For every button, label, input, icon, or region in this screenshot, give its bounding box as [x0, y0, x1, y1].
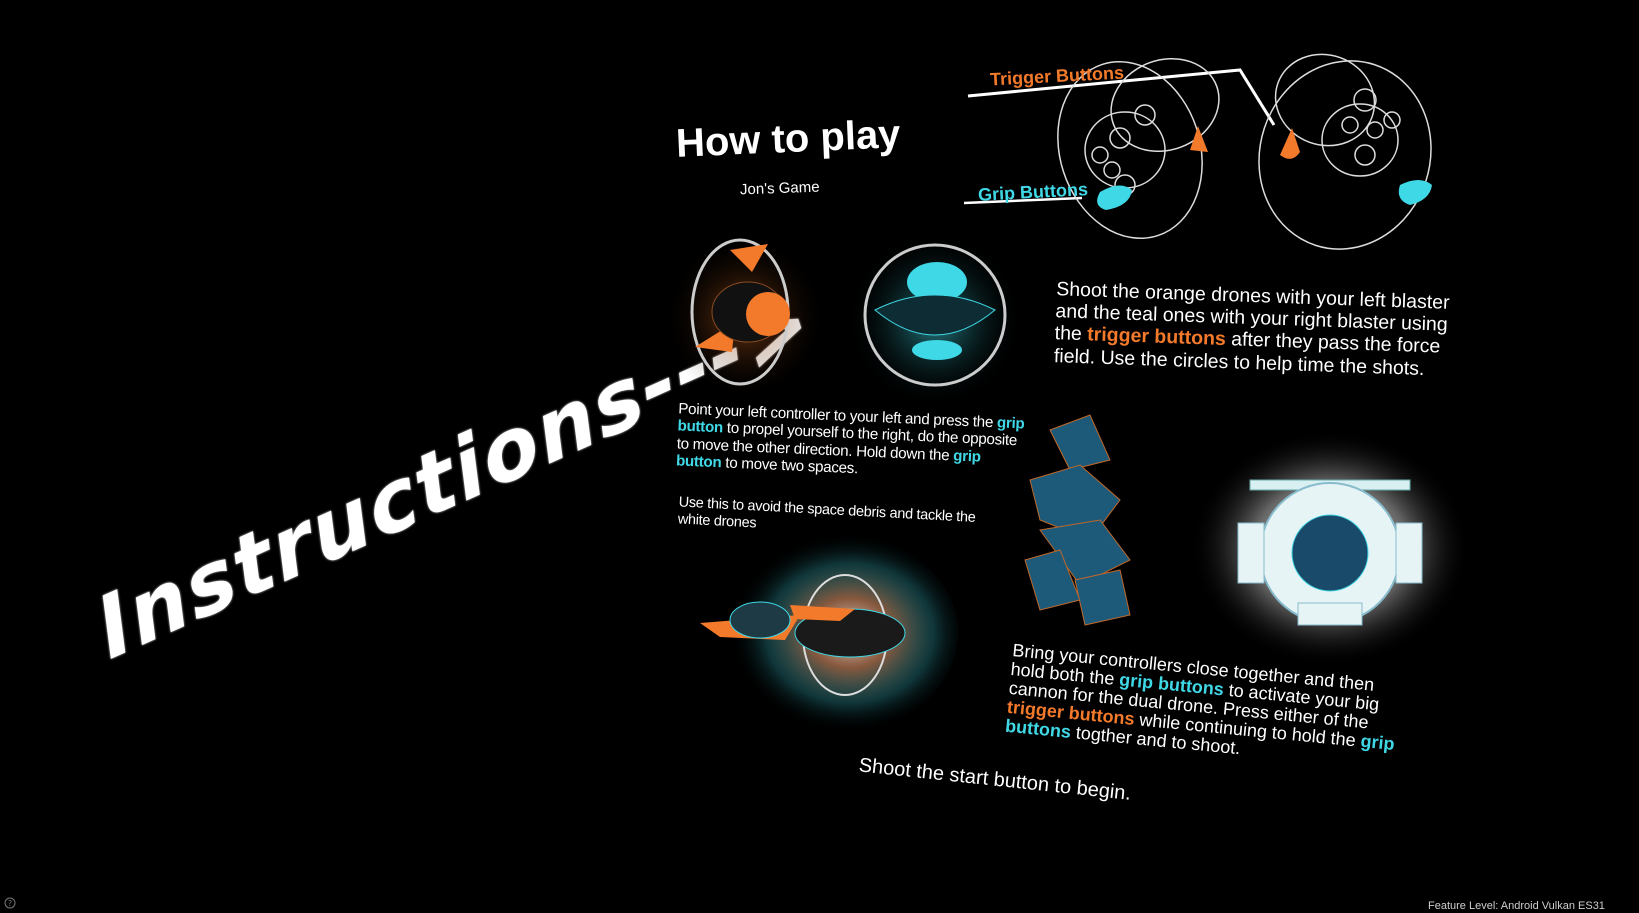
orange-drone-image — [663, 235, 827, 399]
svg-text:?: ? — [8, 899, 12, 908]
game-subtitle: Jon's Game — [739, 178, 820, 199]
controllers-illustration — [963, 53, 1432, 250]
right-controller — [1258, 53, 1432, 250]
right-grip — [1398, 180, 1432, 205]
feature-level-readout: Feature Level: Android Vulkan ES31 — [1428, 900, 1605, 912]
shoot-drones-instructions: Shoot the orange drones with your left b… — [1054, 278, 1452, 381]
help-icon[interactable]: ? — [4, 897, 16, 909]
left-grip — [1097, 185, 1132, 210]
right-trigger — [1280, 128, 1300, 159]
page-title: How to play — [675, 112, 902, 166]
white-drone-image — [1190, 430, 1470, 666]
dual-drone-image — [700, 533, 958, 733]
space-debris-image — [1024, 414, 1131, 626]
grip-movement-instructions: Point your left controller to your left … — [676, 400, 1029, 485]
teal-drone-image — [847, 232, 1023, 408]
left-trigger — [1190, 126, 1208, 152]
game-viewport: Instructions---> Trigger Buttons Grip Bu… — [0, 0, 1639, 913]
start-instruction: Shoot the start button to begin. — [857, 754, 1133, 805]
